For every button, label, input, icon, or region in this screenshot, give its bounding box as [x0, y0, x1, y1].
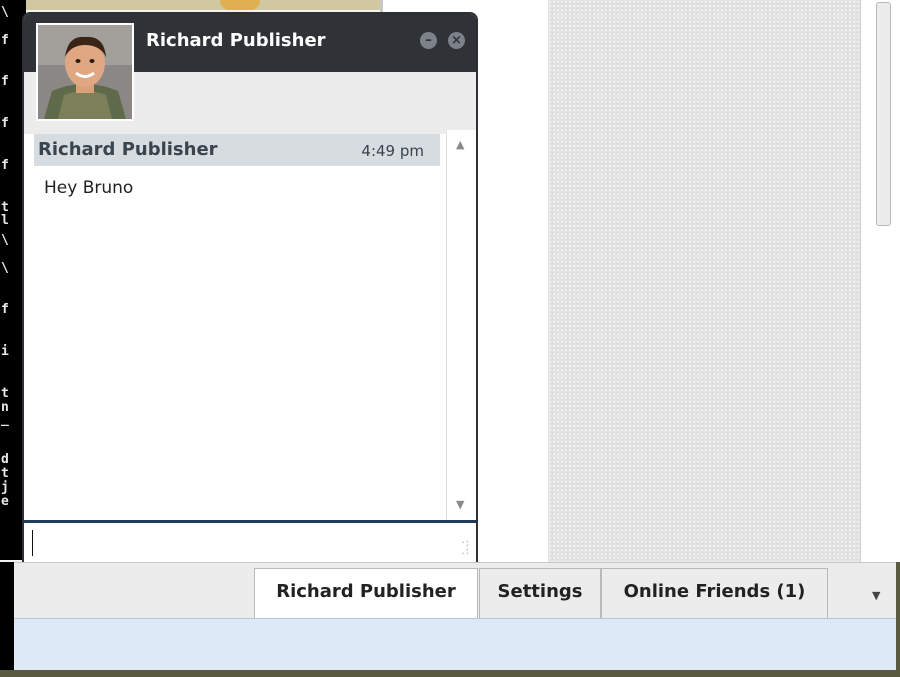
message-text: Hey Bruno	[44, 178, 134, 198]
desktop-edge	[0, 670, 900, 677]
terminal-line: e	[1, 494, 9, 509]
message-scrollbar[interactable]: ▲ ▼	[446, 130, 476, 522]
terminal-line: t	[1, 386, 9, 401]
page-scrollbar-thumb[interactable]	[876, 2, 891, 226]
chat-window: Richard Publisher – × ... Richard Publis…	[22, 12, 478, 564]
terminal-line: i	[1, 344, 9, 359]
tab-label: Richard Publisher	[276, 581, 456, 602]
tab-richard-publisher[interactable]: Richard Publisher	[254, 568, 478, 618]
tab-label: Online Friends (1)	[623, 581, 806, 602]
message-header: Richard Publisher 4:49 pm	[34, 134, 440, 166]
resize-grip-icon[interactable]: ·:.:	[461, 539, 470, 557]
tab-overflow-chevron-down-icon[interactable]: ▼	[872, 589, 880, 602]
text-cursor	[32, 530, 33, 556]
tab-label: Settings	[497, 581, 583, 602]
background-terminal-edge	[0, 562, 14, 677]
message-sender: Richard Publisher	[38, 139, 218, 160]
terminal-line: t	[1, 466, 9, 481]
window-edge	[896, 562, 900, 677]
terminal-line: f	[1, 33, 9, 48]
tab-settings[interactable]: Settings	[479, 568, 601, 618]
chat-contact-name: Richard Publisher	[146, 30, 326, 51]
scroll-down-icon[interactable]: ▼	[456, 498, 464, 511]
scroll-up-icon[interactable]: ▲	[456, 138, 464, 151]
background-graphic	[220, 0, 260, 10]
terminal-line: \	[1, 233, 9, 248]
terminal-line: \	[1, 5, 9, 20]
minimize-icon[interactable]: –	[420, 32, 437, 49]
terminal-line: \	[1, 261, 9, 276]
page-scrollbar[interactable]	[860, 0, 900, 570]
terminal-line: f	[1, 116, 9, 131]
terminal-line: j	[1, 480, 9, 495]
avatar	[36, 23, 134, 121]
chat-message-input[interactable]	[24, 523, 476, 562]
close-icon[interactable]: ×	[448, 32, 465, 49]
textured-sidebar	[548, 0, 860, 570]
terminal-line: l	[1, 213, 9, 228]
terminal-line: d	[1, 452, 9, 467]
tab-online-friends[interactable]: Online Friends (1)	[601, 568, 828, 618]
terminal-line: f	[1, 158, 9, 173]
terminal-line: _	[1, 412, 9, 427]
bottom-status-bar	[14, 618, 896, 671]
background-window-strip	[0, 0, 380, 10]
avatar-photo	[38, 25, 132, 119]
terminal-line: f	[1, 302, 9, 317]
message-timestamp: 4:49 pm	[361, 142, 424, 160]
chat-tab-bar: Richard Publisher Settings Online Friend…	[14, 562, 900, 619]
terminal-line: f	[1, 74, 9, 89]
message-list: Richard Publisher 4:49 pm Hey Bruno	[24, 134, 446, 522]
